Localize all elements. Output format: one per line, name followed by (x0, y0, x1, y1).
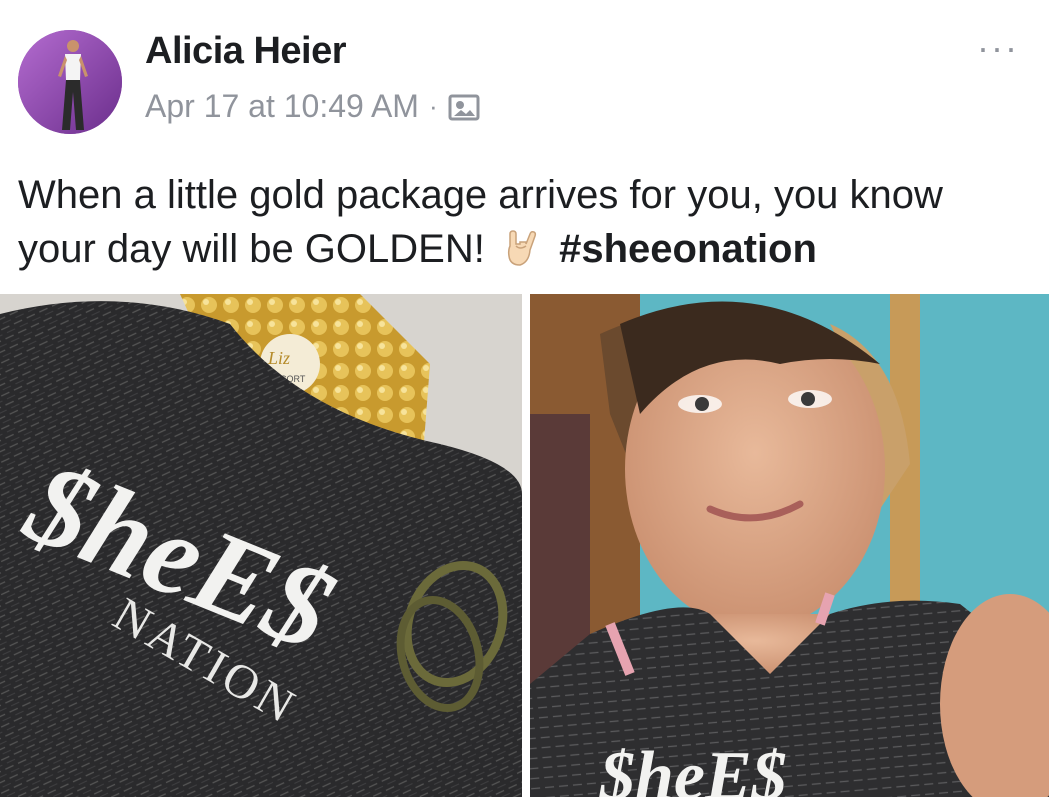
post-text: When a little gold package arrives for y… (18, 168, 1028, 276)
photo-icon (448, 91, 480, 123)
author-avatar[interactable] (18, 30, 122, 134)
shirt-package-photo: Liz CORT $heE$ NATION (0, 294, 522, 797)
meta-separator: · (428, 91, 438, 121)
post-photo-left[interactable]: Liz CORT $heE$ NATION (0, 294, 522, 797)
author-name[interactable]: Alicia Heier (145, 30, 347, 73)
more-horizontal-icon[interactable]: ··· (977, 30, 1019, 66)
sign-of-the-horns-icon (500, 228, 540, 268)
post-meta: Apr 17 at 10:49 AM · (145, 88, 480, 125)
post-photo-right[interactable]: $heE$ (530, 294, 1049, 797)
hashtag-link[interactable]: #sheeonation (559, 227, 817, 271)
avatar-image (18, 30, 122, 134)
package-brand: Liz (267, 348, 290, 368)
post-header: Alicia Heier Apr 17 at 10:49 AM · ··· (0, 0, 1049, 150)
selfie-photo: $heE$ (530, 294, 1049, 797)
selfie-shirt-logo: $heE$ (599, 738, 787, 797)
post-timestamp[interactable]: Apr 17 at 10:49 AM (145, 88, 419, 125)
